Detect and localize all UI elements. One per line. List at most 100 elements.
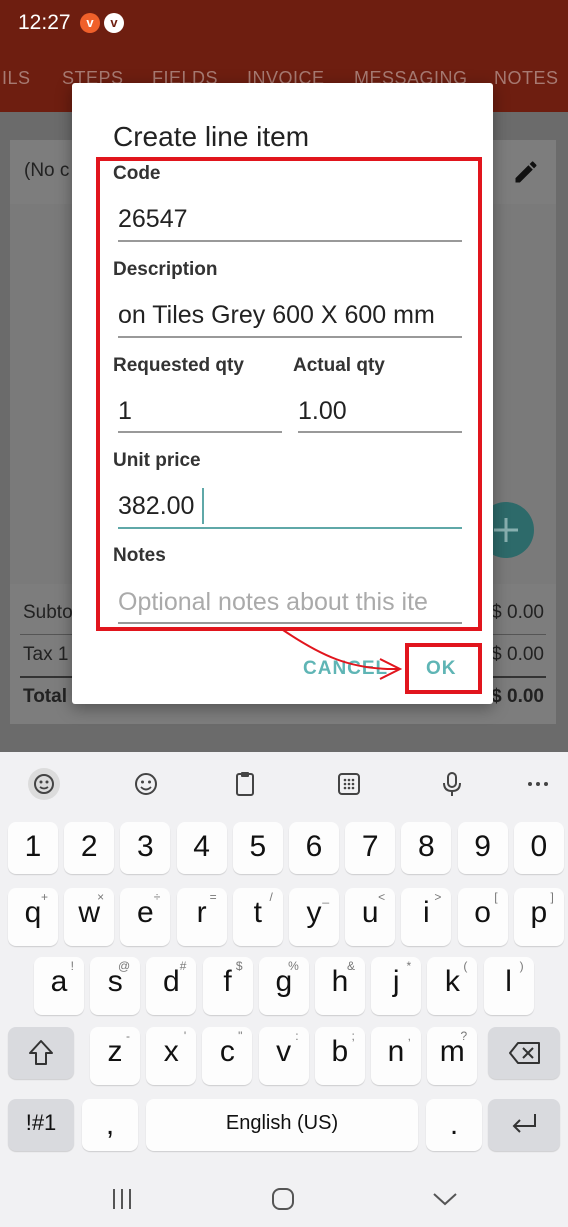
annotation-arrow-icon [282, 629, 403, 680]
recent-apps-icon[interactable] [110, 1186, 134, 1212]
key-o-alt-label: [ [494, 890, 498, 904]
key-p-alt-label: ] [550, 890, 554, 904]
key-e[interactable]: e ÷ [120, 888, 171, 946]
key-o[interactable]: o[ [457, 888, 508, 946]
key-q-label: q [24, 896, 42, 929]
keypad-icon[interactable] [333, 768, 365, 800]
key-1[interactable]: 1 [8, 822, 58, 874]
key-s[interactable]: s @ [90, 957, 141, 1015]
enter-key[interactable] [488, 1099, 560, 1151]
key-c-alt-label: " [238, 1029, 243, 1043]
key-o-label: o [474, 896, 491, 929]
key-k-alt-label: ( [463, 959, 468, 973]
key-u-label: u [361, 896, 379, 929]
key-k-label: k [444, 965, 460, 998]
subtotal-value: $ 0.00 [491, 602, 544, 623]
key-y-label: y [306, 896, 322, 929]
key-s-alt-label: @ [118, 959, 131, 973]
key-d-label: d [163, 965, 180, 998]
key-l[interactable]: l) [483, 957, 534, 1015]
key-e-alt-label: ÷ [153, 890, 161, 904]
key-h[interactable]: h & [315, 957, 365, 1015]
key-b-label: b [331, 1035, 349, 1068]
key-d[interactable]: d # [146, 957, 197, 1015]
key-c[interactable]: c " [202, 1027, 253, 1085]
period-key[interactable]: . [426, 1099, 482, 1151]
key-p-label: p [530, 896, 548, 929]
key-f-alt-label: $ [235, 959, 243, 973]
mic-icon[interactable] [436, 768, 468, 800]
key-4-label: 4 [193, 830, 210, 863]
space-key[interactable]: English (US) [146, 1099, 418, 1151]
emoji-panel-icon[interactable] [28, 768, 60, 800]
key-m-alt-label: ? [460, 1029, 468, 1043]
key-7[interactable]: 7 [345, 822, 396, 874]
key-k[interactable]: k( [427, 957, 478, 1015]
shift-key[interactable] [8, 1027, 74, 1079]
key-q[interactable]: q + [8, 888, 58, 946]
comma-key[interactable]: , [82, 1099, 138, 1151]
key-g[interactable]: g% [258, 957, 309, 1015]
key-i[interactable]: i > [401, 888, 452, 946]
key-f[interactable]: f $ [202, 957, 253, 1015]
symbols-key[interactable]: !#1 [8, 1099, 74, 1151]
backspace-key[interactable] [488, 1027, 560, 1079]
key-a-alt-label: ! [70, 959, 74, 973]
key-t[interactable]: t / [232, 888, 283, 946]
key-z[interactable]: z- [90, 1027, 140, 1085]
home-icon[interactable] [270, 1186, 296, 1212]
key-v[interactable]: v: [258, 1027, 309, 1085]
subtotal-label: Subto [23, 602, 73, 623]
key-h-label: h [331, 965, 349, 998]
key-j[interactable]: j * [371, 957, 422, 1015]
key-9[interactable]: 9 [457, 822, 508, 874]
key-p[interactable]: p] [513, 888, 564, 946]
key-g-label: g [275, 965, 293, 998]
edit-icon[interactable] [512, 158, 540, 186]
key-m-label: m [439, 1035, 465, 1068]
fields-highlight-box [96, 157, 482, 631]
total-label: Total [23, 686, 67, 707]
tax-value: $ 0.00 [491, 644, 544, 665]
clipboard-icon[interactable] [229, 768, 261, 800]
no-code-text: (No c [24, 160, 70, 181]
tax-label: Tax 1 [23, 644, 69, 665]
key-5[interactable]: 5 [232, 822, 283, 874]
key-w-alt-label: × [97, 890, 105, 904]
status-time: 12:27 [18, 11, 71, 34]
key-u[interactable]: u < [345, 888, 396, 946]
key-8[interactable]: 8 [401, 822, 452, 874]
tab-notes[interactable]: NOTES [494, 68, 559, 89]
more-icon[interactable] [522, 768, 554, 800]
key-l-alt-label: ) [519, 959, 524, 973]
key-3[interactable]: 3 [120, 822, 171, 874]
key-w[interactable]: w × [64, 888, 115, 946]
key-i-label: i [423, 896, 430, 929]
key-n[interactable]: n, [371, 1027, 421, 1085]
key-7-label: 7 [361, 830, 379, 863]
key-6[interactable]: 6 [289, 822, 339, 874]
key-j-alt-label: * [406, 959, 412, 973]
app-notification-icon-2: v [104, 13, 124, 33]
back-chevron-down-icon[interactable] [430, 1186, 460, 1212]
key-2-label: 2 [80, 830, 98, 863]
key-4[interactable]: 4 [176, 822, 227, 874]
key-2[interactable]: 2 [64, 822, 115, 874]
key-m[interactable]: m? [427, 1027, 478, 1085]
key-a[interactable]: a! [34, 957, 84, 1015]
key-v-label: v [276, 1035, 292, 1068]
key-y[interactable]: y _ [289, 888, 339, 946]
emoji-icon[interactable] [130, 768, 162, 800]
key-e-label: e [137, 896, 154, 929]
key-u-alt-label: < [378, 890, 386, 904]
tab-details[interactable]: ILS [2, 68, 31, 89]
key-b-alt-label: ; [351, 1029, 355, 1043]
app-notification-icon: v [80, 13, 100, 33]
key-x[interactable]: x ' [146, 1027, 197, 1085]
key-0[interactable]: 0 [513, 822, 564, 874]
key-1-label: 1 [24, 830, 42, 863]
key-s-label: s [107, 965, 123, 998]
key-b[interactable]: b; [314, 1027, 365, 1085]
key-r[interactable]: r = [176, 888, 227, 946]
key-5-label: 5 [249, 830, 267, 863]
